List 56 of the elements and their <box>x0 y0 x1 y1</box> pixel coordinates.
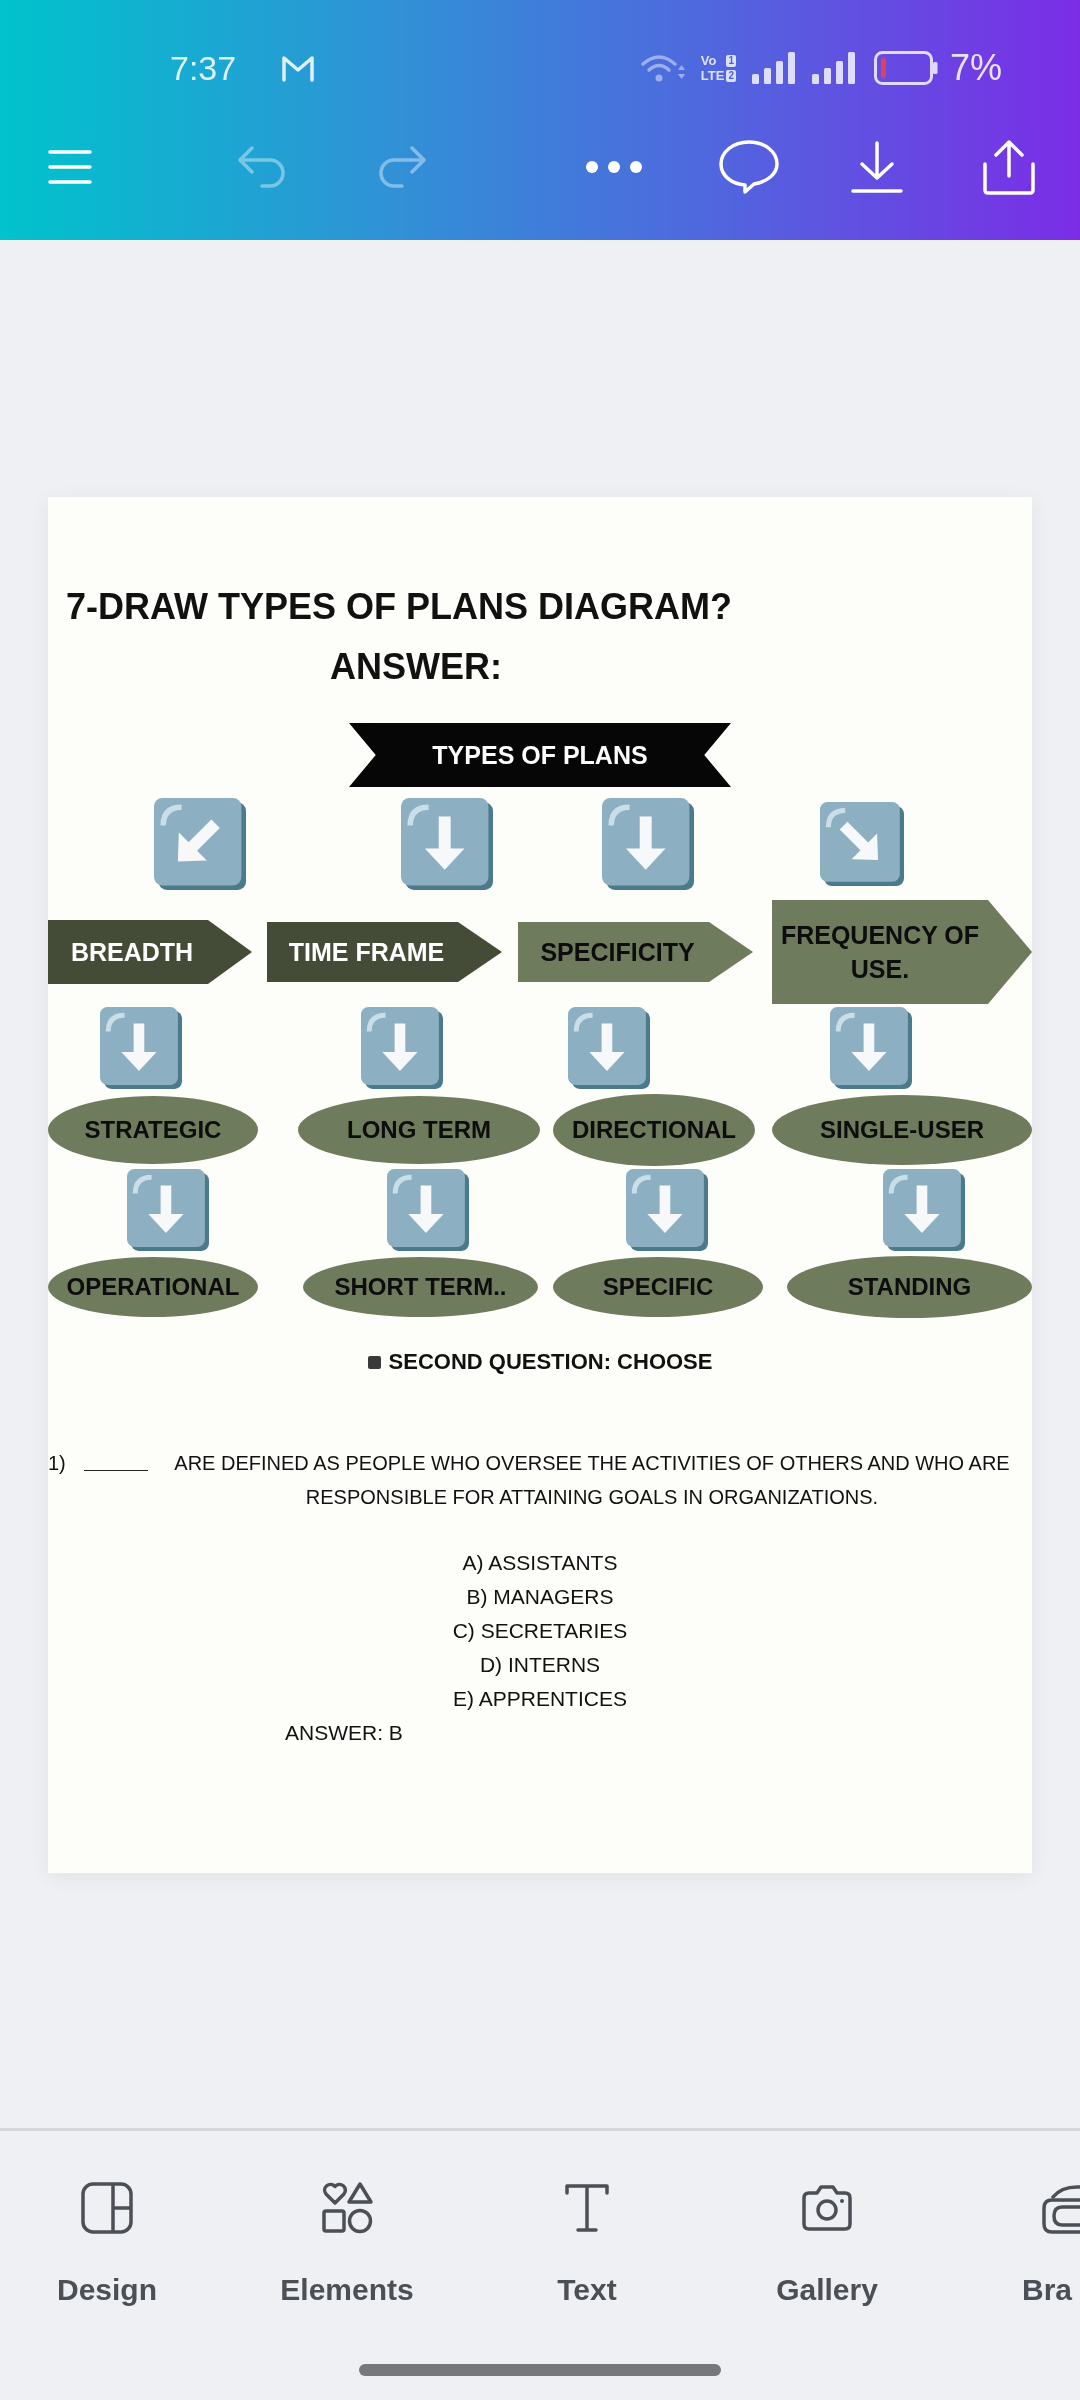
layout-icon <box>79 2180 135 2236</box>
nav-button[interactable]: Design <box>0 2180 214 2308</box>
status-time: 7:37 <box>170 48 237 88</box>
down-arrow-icon <box>127 1169 209 1251</box>
signal-icon <box>751 52 796 84</box>
down-arrow-icon <box>626 1169 708 1251</box>
nav-button[interactable]: Gallery <box>720 2180 934 2308</box>
plan-type-oval: STANDING <box>787 1256 1032 1318</box>
answer-option: C) SECRETARIES <box>452 1614 628 1648</box>
nav-button[interactable]: Bra <box>960 2180 1080 2308</box>
nav-button[interactable]: Elements <box>240 2180 454 2308</box>
share-icon[interactable] <box>980 138 1038 196</box>
down-arrow-icon <box>883 1169 965 1251</box>
comment-icon[interactable] <box>718 139 780 195</box>
answer-option: E) APPRENTICES <box>453 1682 627 1716</box>
answer-option: D) INTERNS <box>479 1648 601 1682</box>
network-label: Vo <box>700 53 717 68</box>
down-arrow-icon <box>387 1169 469 1251</box>
nav-button[interactable]: Text <box>480 2180 694 2308</box>
more-icon[interactable] <box>586 161 642 173</box>
section-heading: SECOND QUESTION: CHOOSE <box>388 1348 713 1376</box>
down-arrow-icon <box>830 1007 912 1089</box>
down-left-arrow-icon <box>154 797 246 890</box>
bullet-icon <box>367 1355 381 1369</box>
down-arrow-icon <box>361 1007 443 1089</box>
plan-type-oval: OPERATIONAL <box>48 1257 258 1317</box>
plan-type-oval: DIRECTIONAL <box>553 1094 755 1166</box>
shapes-icon <box>319 2180 375 2236</box>
battery-percent: 7% <box>949 47 1002 89</box>
menu-icon[interactable] <box>48 149 92 185</box>
title-banner: TYPES OF PLANS <box>349 723 731 787</box>
plan-type-oval: SINGLE-USER <box>772 1095 1032 1165</box>
plan-type-oval: STRATEGIC <box>48 1096 258 1164</box>
answer-option: A) ASSISTANTS <box>462 1546 618 1580</box>
plan-type-oval: SPECIFIC <box>553 1257 763 1317</box>
wifi-icon <box>640 52 685 84</box>
down-arrow-icon <box>602 797 694 890</box>
answer-text: ANSWER: B <box>285 1720 403 1746</box>
signal-icon <box>811 52 856 84</box>
answer-heading: ANSWER: <box>330 646 502 688</box>
network-label: LTE <box>700 68 725 83</box>
plan-type-oval: LONG TERM <box>298 1096 540 1164</box>
question-text: ARE DEFINED AS PEOPLE WHO OVERSEE THE ACTIVITIES OF OTHERS AND WHO ARE RESPONSIBLE FOR ATTAINING GOALS IN ORGANIZATIONS. <box>173 1451 1011 1510</box>
sim-slot-badge: 2 <box>726 69 736 82</box>
sim-slot-badge: 1 <box>726 54 736 67</box>
question-number: 1) <box>48 1451 67 1476</box>
plan-type-oval: SHORT TERM.. <box>303 1257 538 1317</box>
answer-option: B) MANAGERS <box>466 1580 614 1614</box>
download-icon[interactable] <box>850 140 904 194</box>
down-arrow-icon <box>401 797 493 890</box>
down-arrow-icon <box>100 1007 182 1089</box>
down-arrow-icon <box>568 1007 650 1089</box>
question-title: 7-DRAW TYPES OF PLANS DIAGRAM? <box>66 586 733 628</box>
down-right-arrow-icon <box>820 801 904 886</box>
battery-icon <box>873 51 938 85</box>
mail-icon <box>281 54 316 82</box>
